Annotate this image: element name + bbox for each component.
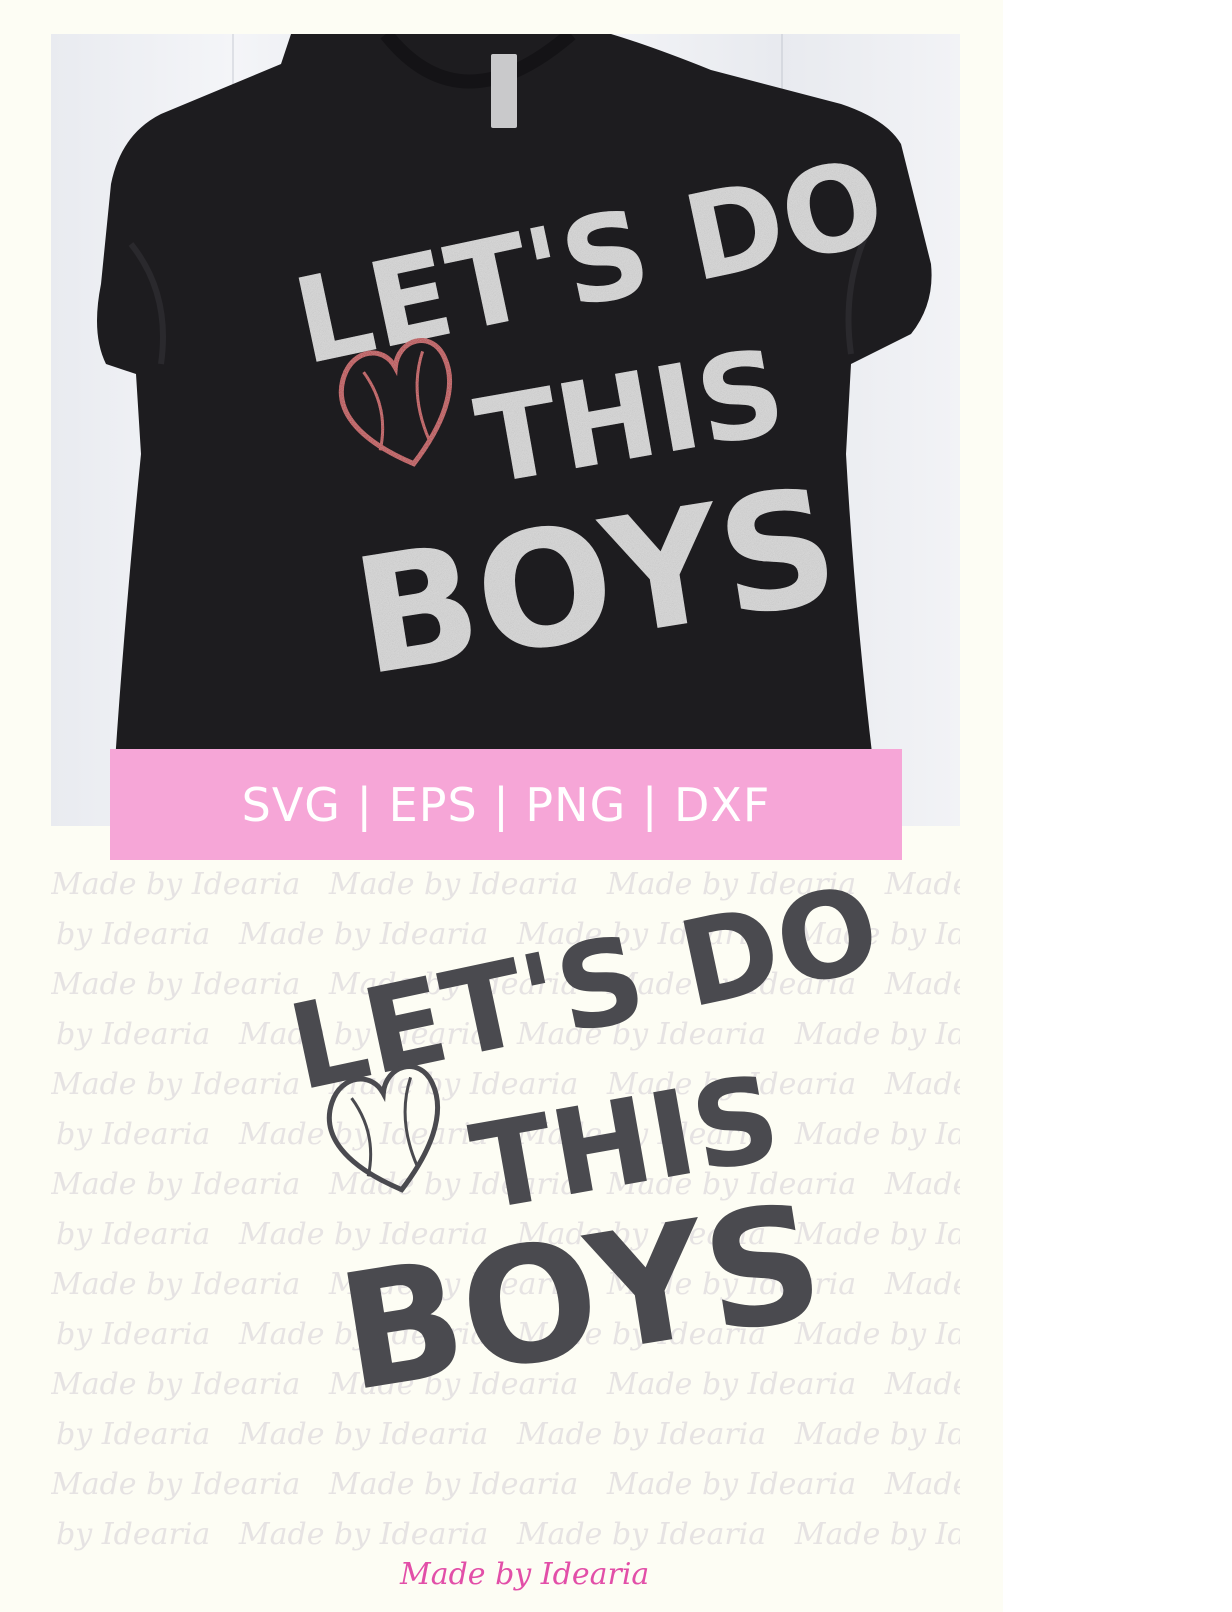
tshirt-tag bbox=[491, 54, 517, 128]
design-line3: BOYS bbox=[328, 1167, 835, 1427]
tshirt-illustration: LET'S DO THIS BOYS bbox=[97, 34, 932, 826]
tshirt-mockup-photo: LET'S DO THIS BOYS bbox=[51, 34, 960, 826]
file-formats-label: SVG | EPS | PNG | DXF bbox=[241, 777, 771, 832]
product-canvas: LET'S DO THIS BOYS SVG | EPS | PNG | DXF… bbox=[0, 0, 1003, 1612]
design-preview: Made by Idearia Made by Idearia Made by … bbox=[51, 860, 960, 1560]
file-formats-banner: SVG | EPS | PNG | DXF bbox=[110, 749, 902, 860]
design-artwork: LET'S DO THIS BOYS bbox=[278, 860, 890, 1428]
brand-signature: Made by Idearia bbox=[400, 1557, 650, 1592]
